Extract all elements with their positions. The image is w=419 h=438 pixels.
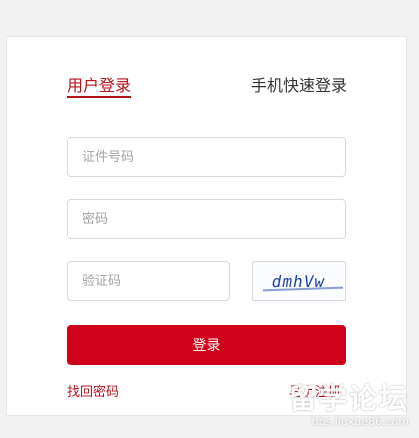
captcha-field[interactable] — [67, 261, 230, 301]
login-card: 用户登录 手机快速登录 dmhVw 登录 找回密码 马上注册 — [6, 36, 407, 416]
tab-account-login[interactable]: 用户登录 — [67, 72, 131, 96]
id-number-field[interactable] — [67, 137, 346, 177]
captcha-input[interactable] — [68, 262, 229, 300]
watermark-title: 留学论坛 — [288, 382, 409, 415]
active-tab-underline — [67, 96, 131, 98]
tab-phone-login[interactable]: 手机快速登录 — [251, 72, 347, 96]
password-input[interactable] — [68, 200, 345, 238]
watermark: 留学论坛 bbs.liuxue86.com — [289, 377, 409, 428]
forgot-password-link[interactable]: 找回密码 — [67, 381, 119, 400]
captcha-image[interactable]: dmhVw — [252, 261, 346, 301]
password-field[interactable] — [67, 199, 346, 239]
id-number-input[interactable] — [68, 138, 345, 176]
login-button[interactable]: 登录 — [67, 325, 346, 365]
login-tabs: 用户登录 手机快速登录 — [7, 37, 406, 117]
